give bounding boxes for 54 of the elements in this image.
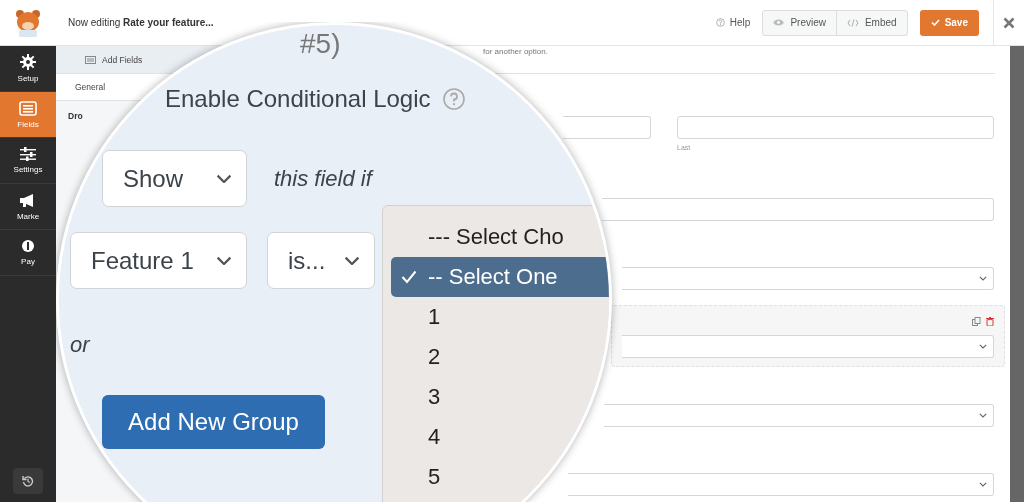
menu-option[interactable]: 5 (391, 457, 609, 497)
help-link[interactable]: Help (715, 17, 751, 28)
undo-icon (22, 475, 34, 487)
gear-icon (20, 54, 36, 70)
or-label: or (70, 331, 90, 359)
chevron-icon (979, 482, 987, 487)
select-field[interactable] (568, 473, 994, 496)
menu-option[interactable]: 4 (391, 417, 609, 457)
trash-icon[interactable] (986, 316, 994, 326)
select-field[interactable]: Show (102, 150, 247, 207)
eye-icon (773, 19, 785, 26)
help-icon (442, 88, 465, 110)
chevron-icon (344, 255, 360, 266)
field-label: Dro (68, 111, 84, 121)
close-icon (1003, 16, 1015, 29)
list-icon (85, 55, 96, 64)
add-group-button[interactable]: Add New Group (102, 395, 325, 449)
field-description: for another option. (483, 47, 548, 57)
menu-option[interactable]: 1 (391, 297, 609, 337)
select-field[interactable] (604, 404, 994, 427)
general-tab[interactable]: General (75, 82, 106, 92)
menu-option[interactable]: --- Select Cho (391, 217, 609, 257)
chevron-icon (979, 276, 987, 281)
help-icon (715, 18, 725, 27)
editing-title: Now editing Rate your feature... (68, 17, 215, 28)
chevron-icon (216, 173, 232, 184)
input-field[interactable] (602, 198, 994, 221)
toolbar-button[interactable]: Preview (763, 10, 836, 35)
menu-option[interactable]: 3 (391, 377, 609, 417)
section-title: Enable Conditional Logic (165, 85, 431, 113)
chevron-icon (979, 413, 987, 418)
select-field[interactable] (622, 267, 994, 290)
heading-fragment: #5) (300, 30, 341, 58)
input-field[interactable] (563, 116, 651, 139)
select-field[interactable]: is... (267, 232, 375, 289)
check-icon (930, 19, 940, 26)
check-icon (401, 270, 417, 284)
toolbar-button[interactable]: Embed (835, 10, 907, 35)
chevron-icon (979, 344, 987, 349)
chevron-icon (216, 255, 232, 266)
list-icon (19, 100, 37, 116)
menu-option[interactable]: 2 (391, 337, 609, 377)
select-field[interactable] (622, 335, 994, 358)
select-field[interactable]: Feature 1 (70, 232, 247, 289)
code-icon (846, 18, 859, 27)
menu-option[interactable]: -- Select One (391, 257, 609, 297)
duplicate-icon[interactable] (972, 316, 981, 326)
undo-button[interactable] (13, 468, 43, 494)
coin-icon (21, 239, 35, 253)
condition-text: this field if (274, 165, 372, 192)
selected-field-block[interactable] (611, 305, 1005, 367)
sliders-icon (20, 147, 36, 161)
scrollbar[interactable] (1010, 46, 1024, 502)
input-field[interactable] (677, 116, 994, 139)
